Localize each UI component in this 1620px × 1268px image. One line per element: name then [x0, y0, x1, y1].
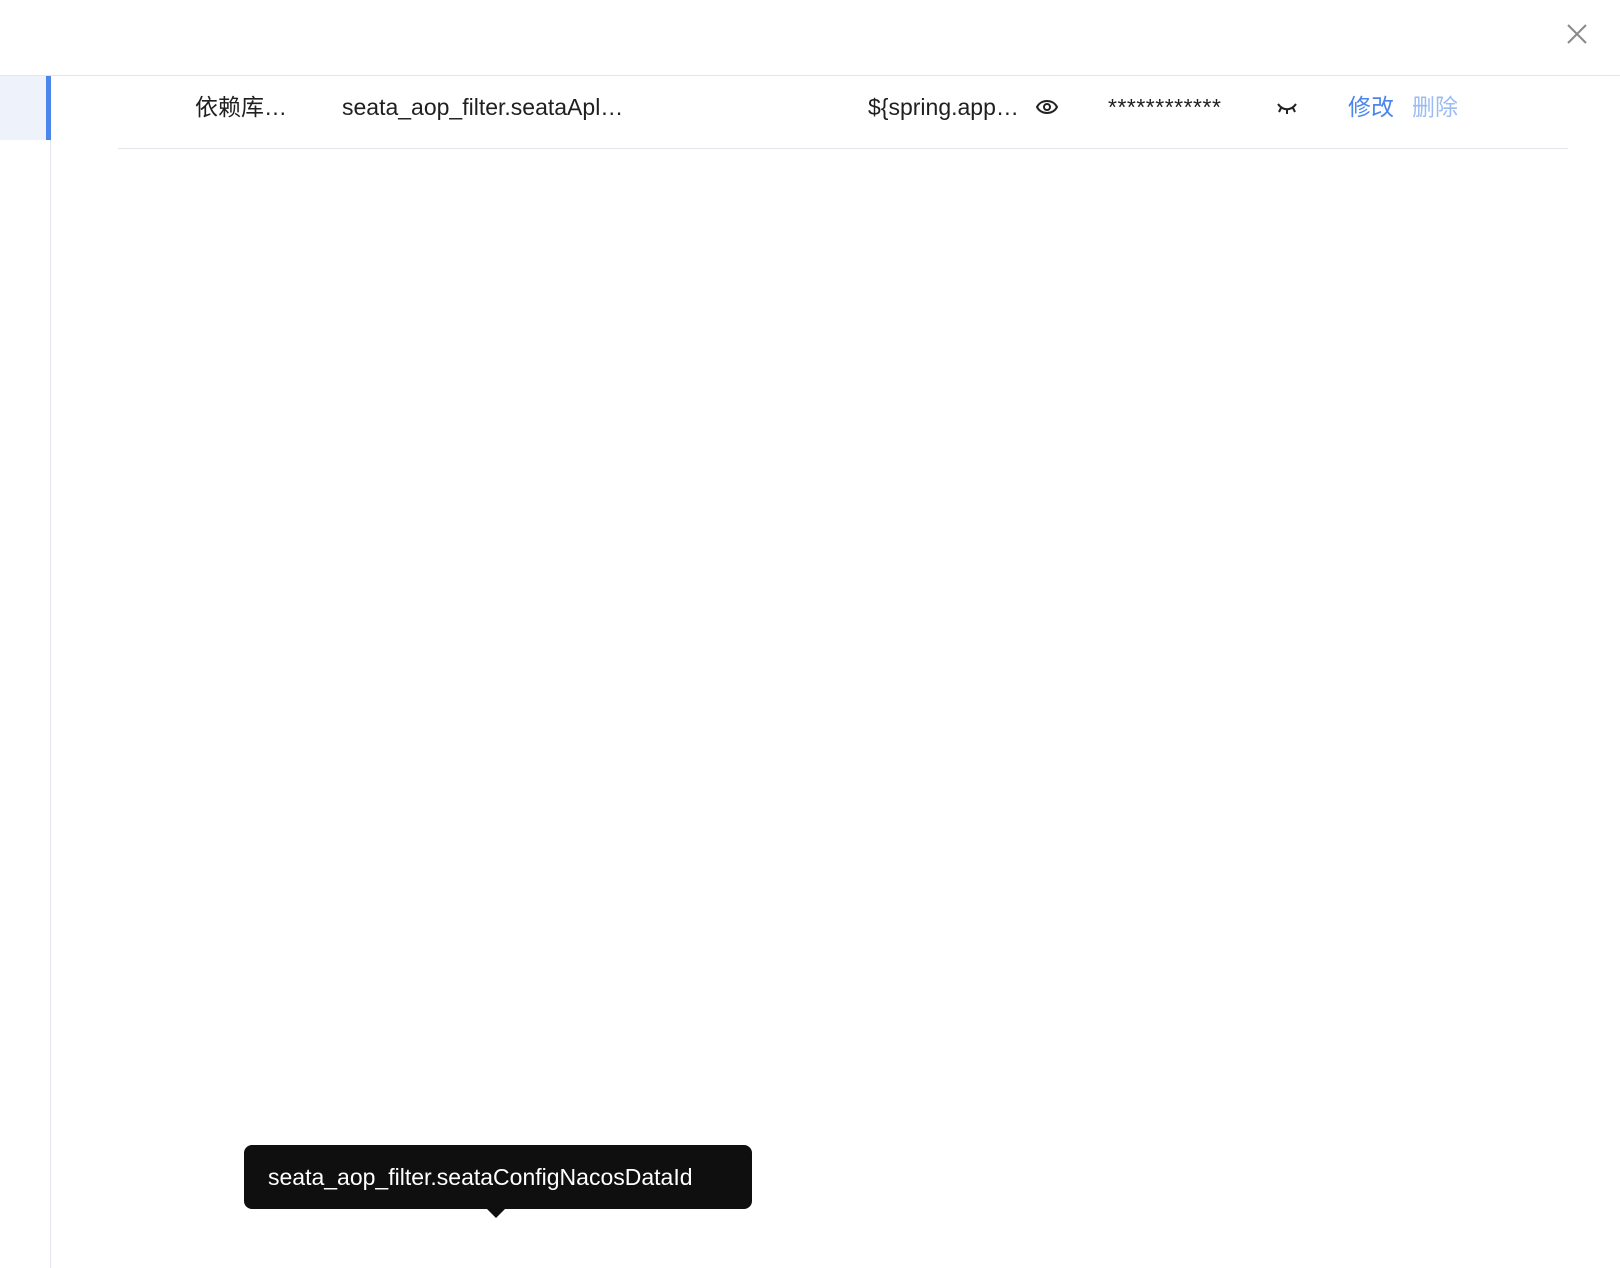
cell-value: ${spring.app… [868, 94, 1019, 120]
close-icon[interactable] [1562, 19, 1592, 49]
eye-closed-icon[interactable] [1275, 96, 1299, 118]
table-row: 依赖库… seata_aop_filter.seataApl… ${spring… [118, 66, 1568, 149]
left-nav [0, 76, 51, 1268]
nav-item-active[interactable] [0, 76, 46, 140]
tooltip-arrow [487, 1209, 505, 1218]
dialog-header [0, 0, 1620, 76]
eye-icon[interactable] [1035, 96, 1059, 118]
cell-remark [702, 66, 842, 148]
cell-name: 依赖库… [195, 94, 287, 120]
edit-button[interactable]: 修改 [1348, 66, 1394, 148]
cell-key: seata_aop_filter.seataApl… [342, 94, 624, 120]
cell-encrypted: ************ [1108, 94, 1222, 120]
tooltip: seata_aop_filter.seataConfigNacosDataId [244, 1145, 752, 1209]
config-table: 依赖库… seata_aop_filter.seataApl… ${spring… [118, 66, 1568, 149]
delete-button[interactable]: 删除 [1412, 66, 1458, 148]
nav-active-indicator [46, 76, 51, 140]
